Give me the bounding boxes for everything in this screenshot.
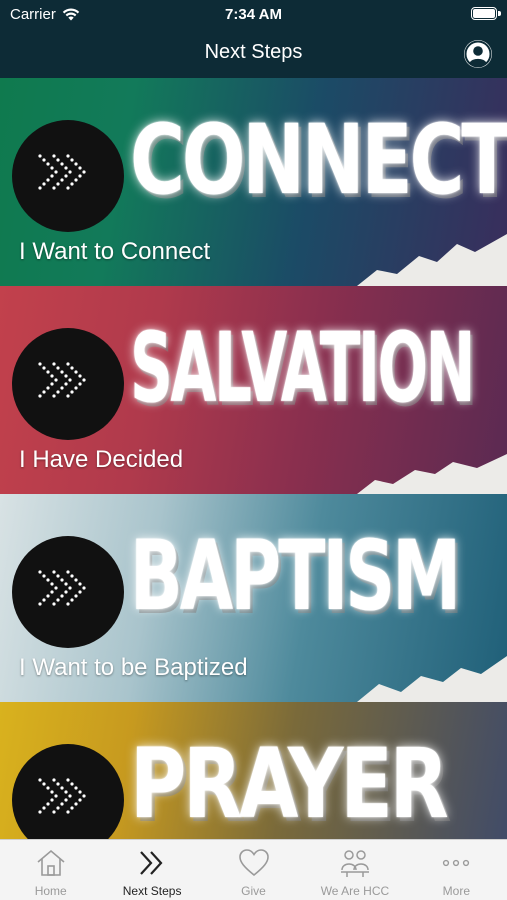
baptism-card[interactable]: BAPTISM I Want to be Baptized [0,494,507,702]
chevrons-logo-icon [12,328,124,440]
card-subtitle: I Want to Connect [19,238,211,265]
tab-more[interactable]: More [406,840,507,900]
tab-next-steps[interactable]: Next Steps [101,840,202,900]
people-icon [340,850,369,877]
tab-we-are-hcc[interactable]: We Are HCC [304,840,405,900]
tab-home[interactable]: Home [0,840,101,900]
status-time: 7:34 AM [225,6,282,23]
tab-label: We Are HCC [320,884,390,898]
profile-button[interactable] [464,40,492,68]
prayer-card[interactable]: PRAYER [0,702,507,839]
heart-icon [238,849,269,877]
more-icon [443,859,470,867]
nav-bar: Next Steps [0,30,507,78]
home-icon [37,849,65,876]
chevrons-logo-icon [12,536,124,648]
connect-card[interactable]: CONNECT I Want to Connect [0,78,507,286]
tab-label: More [442,884,470,898]
page-title: Next Steps [204,41,303,63]
tab-bar: Home Next Steps Give We Are HCC More [0,839,507,900]
chevrons-logo-icon [12,744,124,839]
card-headline: SALVATION [130,312,475,424]
card-headline: PRAYER [130,728,449,839]
chevrons-logo-icon [12,120,124,232]
salvation-card[interactable]: SALVATION I Have Decided [0,286,507,494]
card-subtitle: I Want to be Baptized [19,654,248,681]
tab-give[interactable]: Give [203,840,304,900]
chevrons-icon [140,851,163,875]
torn-paper-decoration [357,454,507,494]
next-steps-list: CONNECT I Want to Connect SALVATION I Ha… [0,78,507,839]
tab-label: Next Steps [122,884,182,898]
torn-paper-decoration [357,234,507,286]
status-bar: Carrier 7:34 AM [0,0,507,30]
card-subtitle: I Have Decided [19,446,184,473]
battery-icon [471,7,501,20]
torn-paper-decoration [357,656,507,702]
user-icon [464,40,492,68]
tab-label: Home [34,884,67,898]
tab-label: Give [241,884,266,898]
card-headline: BAPTISM [130,520,461,632]
card-headline: CONNECT [130,104,507,216]
